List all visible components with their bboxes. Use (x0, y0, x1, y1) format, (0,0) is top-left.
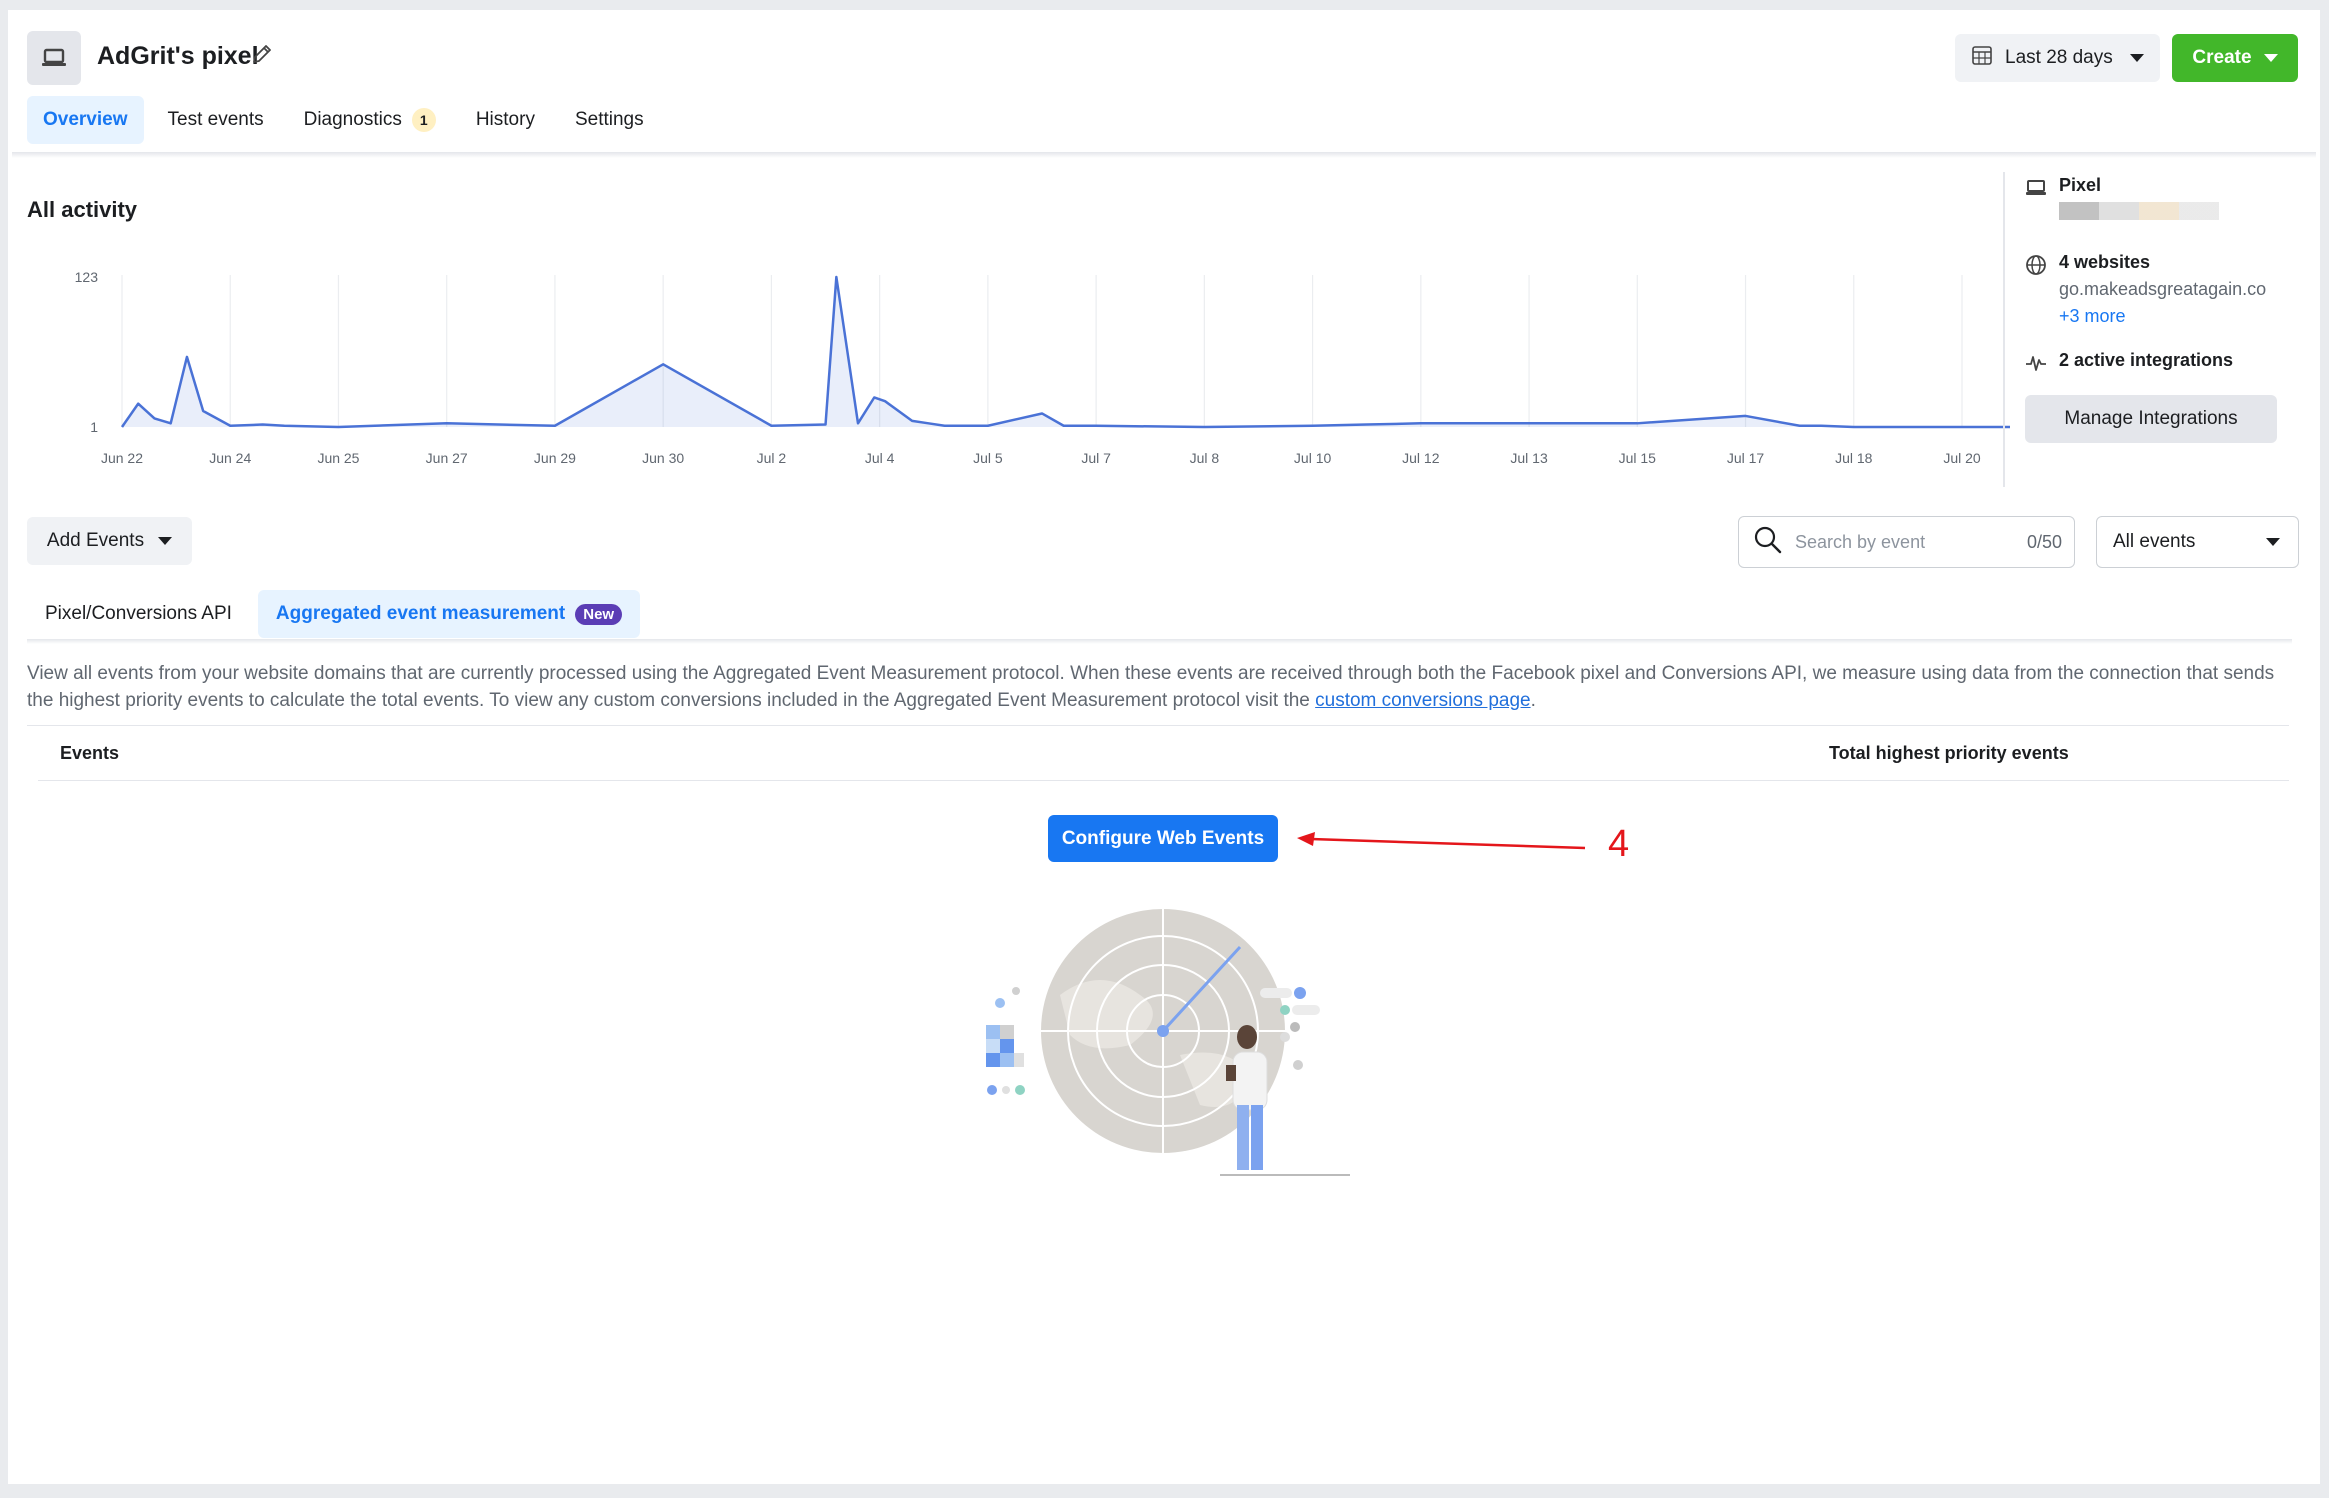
tab-overview[interactable]: Overview (27, 96, 144, 144)
x-tick-label: Jul 7 (1081, 450, 1111, 466)
chevron-down-icon (2263, 54, 2278, 62)
event-subtabs: Pixel/Conversions API Aggregated event m… (27, 590, 641, 638)
tab-label: Test events (167, 109, 264, 130)
integrations-info: 2 active integrations (2025, 350, 2233, 374)
x-tick-label: Jul 2 (757, 450, 787, 466)
globe-icon (2025, 254, 2047, 276)
x-tick-label: Jun 27 (426, 450, 468, 466)
tab-label: Diagnostics (303, 109, 402, 130)
annotation-number: 4 (1608, 823, 1630, 865)
search-char-count: 0/50 (2027, 531, 2063, 552)
activity-chart: Jun 22 Jun 24 Jun 25 Jun 27 Jun 29 Jun 30 Jul … (50, 255, 2010, 480)
custom-conversions-link[interactable]: custom conversions page (1315, 690, 1530, 711)
series-line (120, 275, 2010, 429)
configure-web-events-button[interactable]: Configure Web Events (1048, 815, 1278, 862)
diagnostics-count-badge: 1 (411, 108, 436, 132)
x-tick-label: Jul 10 (1294, 450, 1332, 466)
manage-label: Manage Integrations (2064, 408, 2238, 429)
tab-history[interactable]: History (460, 96, 551, 144)
calendar-icon (1971, 44, 1993, 72)
subtab-divider (27, 639, 2292, 644)
tab-pixel-conversions-api[interactable]: Pixel/Conversions API (27, 590, 250, 638)
more-websites-link[interactable]: +3 more (2059, 306, 2266, 327)
pixel-info: Pixel (2025, 175, 2219, 220)
x-tick-label: Jul 4 (865, 450, 895, 466)
chevron-down-icon (158, 537, 173, 545)
search-icon (1753, 525, 1783, 560)
laptop-icon (27, 31, 81, 85)
main-tabs: Overview Test events Diagnostics 1 Histor… (27, 96, 660, 144)
table-top-border (27, 725, 2289, 726)
panel-divider (2003, 172, 2005, 487)
x-tick-label: Jul 15 (1619, 450, 1657, 466)
new-badge: New (575, 603, 623, 625)
laptop-icon (2025, 177, 2047, 199)
add-events-label: Add Events (46, 530, 145, 551)
activity-pulse-icon (2025, 352, 2047, 374)
pencil-icon[interactable] (250, 42, 274, 66)
x-tick-label: Jul 5 (973, 450, 1003, 466)
configure-label: Configure Web Events (1061, 827, 1265, 849)
activity-title: All activity (27, 197, 138, 222)
create-button[interactable]: Create (2172, 34, 2298, 82)
subtab-label: Pixel/Conversions API (45, 603, 232, 624)
websites-info: 4 websites go.makeadsgreatagain.co +3 mo… (2025, 252, 2266, 327)
pixel-label: Pixel (2059, 175, 2102, 195)
x-tick-label: Jun 25 (317, 450, 359, 466)
x-tick-label: Jul 20 (1943, 450, 1981, 466)
x-tick-label: Jun 24 (209, 450, 251, 466)
x-tick-label: Jul 8 (1190, 450, 1220, 466)
chevron-down-icon (2266, 538, 2280, 546)
x-tick-label: Jul 13 (1510, 450, 1548, 466)
page-title: AdGrit's pixel (97, 42, 259, 70)
subtab-label: Aggregated event measurement (275, 603, 566, 624)
chevron-down-icon (2130, 54, 2144, 62)
create-label: Create (2192, 47, 2252, 68)
aem-description: View all events from your website domain… (27, 660, 2297, 714)
activity-chart-svg: Jun 22 Jun 24 Jun 25 Jun 27 Jun 29 Jun 30 Jul … (75, 269, 2010, 466)
radar-scientist-illustration (986, 909, 1350, 1176)
tab-diagnostics[interactable]: Diagnostics 1 (288, 96, 452, 144)
event-filter-label: All events (2113, 531, 2196, 552)
website-domain: go.makeadsgreatagain.co (2059, 279, 2267, 299)
websites-label: 4 websites (2059, 252, 2151, 272)
y-tick-label: 123 (75, 269, 99, 285)
tab-label: History (475, 109, 535, 130)
integrations-label: 2 active integrations (2059, 350, 2234, 370)
column-header-events: Events (60, 743, 120, 763)
tab-test-events[interactable]: Test events (152, 96, 280, 144)
tab-label: Settings (574, 109, 644, 130)
series-area (122, 277, 2010, 427)
add-events-button[interactable]: Add Events (27, 517, 192, 565)
date-range-label: Last 28 days (2005, 47, 2113, 68)
description-end: . (1530, 690, 1536, 711)
x-tick-label: Jul 18 (1835, 450, 1873, 466)
tab-settings[interactable]: Settings (559, 96, 660, 144)
y-tick-label: 1 (90, 419, 98, 435)
event-filter-dropdown[interactable]: All events (2096, 516, 2299, 568)
x-tick-label: Jun 30 (642, 450, 684, 466)
x-tick-label: Jun 22 (101, 450, 143, 466)
search-input[interactable] (1795, 531, 2027, 553)
annotation-arrow (1297, 832, 1586, 850)
x-tick-label: Jun 29 (534, 450, 576, 466)
description-text: View all events from your website domain… (27, 663, 2275, 711)
column-header-total: Total highest priority events (1829, 743, 2069, 763)
x-tick-label: Jul 12 (1402, 450, 1440, 466)
search-event-box: 0/50 (1738, 516, 2075, 568)
tab-aggregated-event-measurement[interactable]: Aggregated event measurement New (257, 590, 641, 638)
tab-label: Overview (43, 109, 128, 130)
pixel-id-redacted (2059, 202, 2219, 220)
x-tick-label: Jul 17 (1727, 450, 1765, 466)
manage-integrations-button[interactable]: Manage Integrations (2025, 395, 2277, 443)
header-divider (12, 152, 2316, 158)
date-range-dropdown[interactable]: Last 28 days (1955, 34, 2160, 82)
table-header-border (38, 780, 2289, 781)
